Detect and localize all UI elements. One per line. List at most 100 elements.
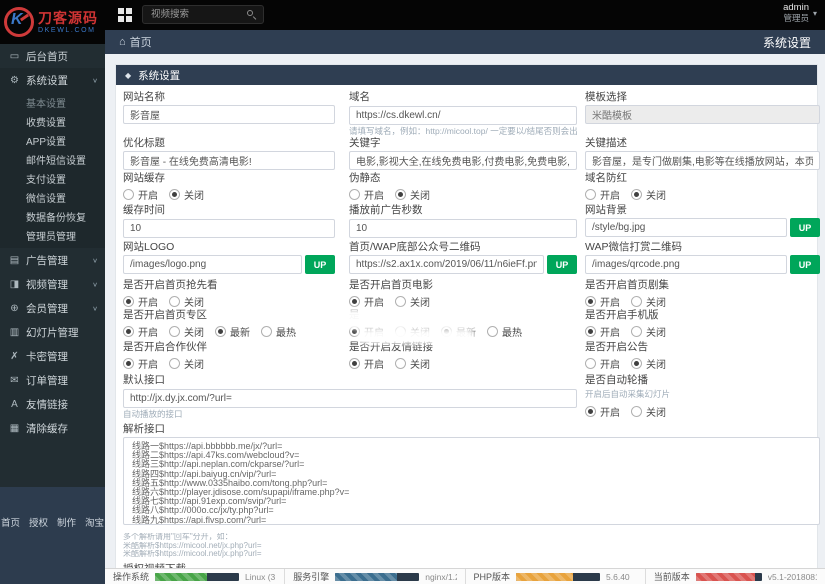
qrcode-official-upload-button[interactable]: UP: [547, 255, 577, 274]
radio-option-0[interactable]: 开启: [585, 404, 620, 419]
qrcode-official-input[interactable]: [349, 255, 544, 274]
chevron-down-icon: ▾: [812, 8, 817, 18]
sidebar-item-fee-settings[interactable]: 收费设置: [0, 112, 105, 131]
sidebar-item-order-management[interactable]: ✉ 订单管理: [0, 368, 105, 392]
sidebar-item-slideshow-management[interactable]: ▥ 幻灯片管理: [0, 320, 105, 344]
domain-hint: 请填写域名，例如：http://micool.top/ 一定要以/结尾否则会出错: [349, 126, 577, 136]
radio-option-0[interactable]: 开启: [585, 324, 620, 339]
radio-option-1[interactable]: 关闭: [631, 324, 666, 339]
status-progress-bar: [516, 572, 601, 581]
radio-option-1[interactable]: 关闭: [395, 294, 430, 309]
radio-option-0[interactable]: 开启: [123, 294, 158, 309]
parse-api-textarea[interactable]: 线路一$https://api.bbbbbb.me/jx/?url= 线路二$h…: [123, 437, 820, 525]
radio-dot-icon: [169, 295, 180, 307]
radio-option-1[interactable]: 关闭: [395, 356, 430, 371]
site-logo-input[interactable]: [123, 255, 302, 274]
radio-option-0[interactable]: 开启: [585, 187, 620, 202]
field-label: 是否开启首页抢先看: [123, 279, 218, 291]
field-label: 是否开启首页电影: [349, 279, 433, 291]
cache-time-input[interactable]: [123, 219, 335, 238]
breadcrumb-home-label: 首页: [129, 37, 152, 49]
field-template: 模板选择: [585, 91, 820, 124]
field-cache-time: 缓存时间: [123, 204, 335, 238]
sidebar-item-app-settings[interactable]: APP设置: [0, 131, 105, 150]
radio-label: 开启: [364, 359, 384, 371]
radio-option-0[interactable]: 开启: [349, 356, 384, 371]
ad-seconds-input[interactable]: [349, 219, 577, 238]
sidebar-item-member-management[interactable]: ⊕ 会员管理 ∨: [0, 296, 105, 320]
sidebar-item-ad-management[interactable]: ▤ 广告管理 ∨: [0, 248, 105, 272]
sidebar-toggle-grid-icon[interactable]: [118, 8, 133, 23]
site-logo-upload-button[interactable]: UP: [305, 255, 335, 274]
field-label: 关键描述: [585, 137, 627, 149]
field-site-bg: 网站背景 UP: [585, 204, 820, 237]
sidebar-item-cardkey-management[interactable]: ✗ 卡密管理: [0, 344, 105, 368]
field-keywords: 关键字: [349, 137, 577, 170]
radio-label: 关闭: [184, 359, 204, 371]
radio-option-3[interactable]: 最热: [487, 324, 522, 339]
radio-option-1[interactable]: 关闭: [631, 356, 666, 371]
field-site-cache: 网站缓存 开启 关闭: [123, 172, 335, 202]
status-bar: 操作系统 Linux (3.10.0- 服务引擎 nginx/1.24.0 PHP版本 5…: [105, 568, 825, 584]
search-box[interactable]: [142, 5, 264, 24]
sidebar-item-wechat-settings[interactable]: 微信设置: [0, 188, 105, 207]
site-bg-input[interactable]: [585, 218, 787, 237]
radio-dot-icon: [585, 325, 596, 337]
site-bg-upload-button[interactable]: UP: [790, 218, 820, 237]
radio-label: 最热: [276, 327, 296, 339]
seo-title-input[interactable]: [123, 151, 335, 170]
sidebar-item-friend-links[interactable]: A 友情链接: [0, 392, 105, 416]
radio-label: 开启: [364, 190, 384, 202]
radio-option-1[interactable]: 关闭: [169, 324, 204, 339]
qrcode-reward-upload-button[interactable]: UP: [790, 255, 820, 274]
sidebar-item-admin-management[interactable]: 管理员管理: [0, 226, 105, 245]
chevron-down-icon: ∨: [92, 304, 98, 312]
radio-option-0[interactable]: 开启: [123, 187, 158, 202]
radio-label: 关闭: [646, 190, 666, 202]
radio-option-1[interactable]: 关闭: [631, 294, 666, 309]
sidebar-item-label: 系统设置: [26, 74, 68, 87]
radio-option-2[interactable]: 最新: [215, 324, 250, 339]
status-cell: 服务引擎 nginx/1.24.0: [284, 569, 464, 584]
radio-option-0[interactable]: 开启: [349, 294, 384, 309]
search-icon[interactable]: [246, 9, 257, 21]
sidebar-item-mail-sms-settings[interactable]: 邮件短信设置: [0, 150, 105, 169]
radio-option-1[interactable]: 关闭: [169, 187, 204, 202]
sidebar-footer-link-3[interactable]: 淘宝: [85, 515, 104, 529]
radio-option-0[interactable]: 开启: [123, 356, 158, 371]
user-menu[interactable]: admin 管理员 ▾: [783, 2, 817, 24]
radio-option-0[interactable]: 开启: [585, 356, 620, 371]
radio-option-1[interactable]: 关闭: [169, 356, 204, 371]
radio-option-1[interactable]: 关闭: [631, 187, 666, 202]
radio-label: 开启: [138, 297, 158, 309]
sidebar-item-video-management[interactable]: ◨ 视频管理 ∨: [0, 272, 105, 296]
radio-option-1[interactable]: 关闭: [631, 404, 666, 419]
radio-option-0[interactable]: 开启: [349, 187, 384, 202]
sidebar-item-clear-cache[interactable]: ▦ 清除缓存: [0, 416, 105, 440]
sidebar-item-basic-settings[interactable]: 基本设置: [0, 93, 105, 112]
radio-option-3[interactable]: 最热: [261, 324, 296, 339]
radio-option-0[interactable]: 开启: [585, 294, 620, 309]
default-api-input[interactable]: [123, 389, 577, 408]
field-label: 默认接口: [123, 374, 165, 386]
sidebar-footer-link-0[interactable]: 首页: [1, 515, 20, 529]
sidebar-item-pay-settings[interactable]: 支付设置: [0, 169, 105, 188]
sidebar-footer-link-1[interactable]: 授权: [29, 515, 48, 529]
keywords-input[interactable]: [349, 151, 577, 170]
breadcrumb-home-link[interactable]: ⌂ 首页: [119, 34, 152, 50]
sidebar-footer-link-2[interactable]: 制作: [57, 515, 76, 529]
site-name-input[interactable]: [123, 105, 335, 124]
sidebar-item-system-settings[interactable]: ⚙ 系统设置 ∨: [0, 68, 105, 92]
field-label: WAP微信打赏二维码: [585, 241, 683, 253]
sidebar-item-dashboard[interactable]: ▭ 后台首页: [0, 44, 105, 68]
radio-option-0[interactable]: 开启: [123, 324, 158, 339]
qrcode-reward-input[interactable]: [585, 255, 787, 274]
status-label: PHP版本: [473, 572, 511, 582]
radio-option-1[interactable]: 关闭: [395, 187, 430, 202]
description-input[interactable]: [585, 151, 820, 170]
radio-option-1[interactable]: 关闭: [169, 294, 204, 309]
sidebar-item-db-backup-restore[interactable]: 数据备份恢复: [0, 207, 105, 226]
radio-label: 最热: [502, 327, 522, 339]
search-input[interactable]: [149, 8, 246, 21]
domain-input[interactable]: [349, 106, 577, 125]
